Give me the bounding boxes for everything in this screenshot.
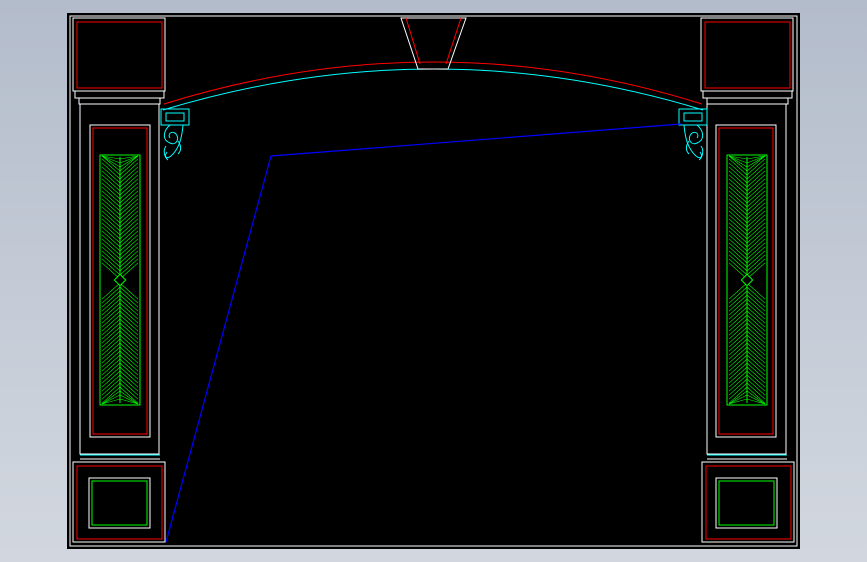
cad-drawing: [67, 13, 800, 549]
drawing-canvas: [67, 13, 800, 549]
cad-viewport: [0, 0, 867, 562]
